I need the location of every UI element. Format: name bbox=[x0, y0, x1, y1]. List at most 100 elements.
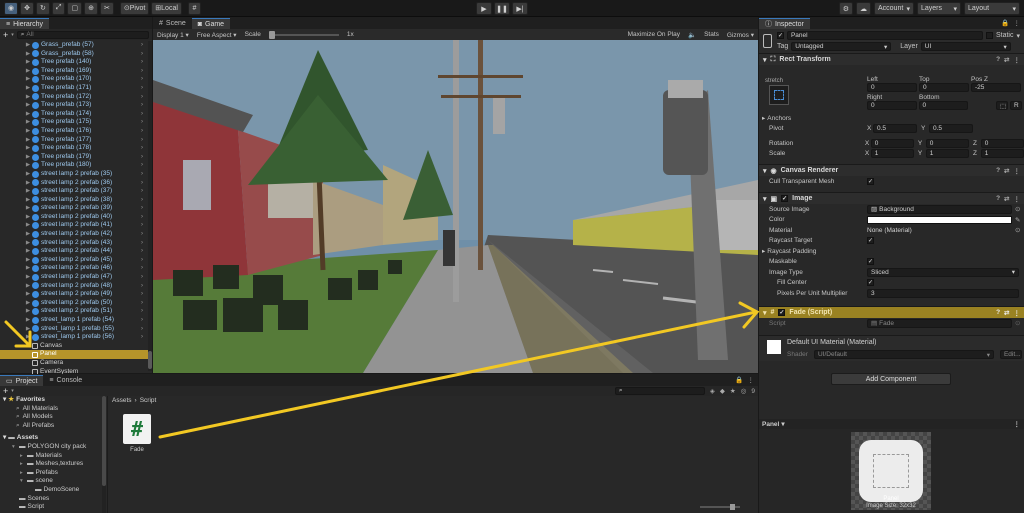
view-tool-button[interactable]: ◉ bbox=[4, 1, 19, 15]
play-button[interactable]: ▶ bbox=[476, 2, 492, 15]
asset-folder-item[interactable]: ▾ ▬ scene bbox=[0, 477, 107, 486]
expand-arrow-icon[interactable]: ▶ bbox=[24, 307, 32, 316]
expand-arrow-icon[interactable]: ▶ bbox=[24, 299, 32, 308]
ppu-field[interactable]: 3 bbox=[867, 288, 1019, 298]
expand-arrow-icon[interactable]: ▶ bbox=[24, 196, 32, 205]
chevron-right-icon[interactable]: › bbox=[141, 144, 143, 153]
object-name-field[interactable]: Panel bbox=[786, 31, 983, 40]
rot-x-field[interactable]: 0 bbox=[870, 138, 914, 148]
preset-icon[interactable]: ⇄ bbox=[1004, 167, 1009, 175]
add-component-button[interactable]: Add Component bbox=[831, 373, 951, 385]
expand-arrow-icon[interactable]: ▶ bbox=[24, 67, 32, 76]
hierarchy-item[interactable]: ▶ street lamp 2 prefab (35) › bbox=[0, 170, 152, 179]
local-toggle[interactable]: ⊞ Local bbox=[151, 1, 182, 15]
layers-dropdown[interactable]: Layers ▾ bbox=[917, 2, 961, 15]
hierarchy-item[interactable]: ▶ street_lamp 1 prefab (56) › bbox=[0, 333, 152, 342]
favorites-header[interactable]: ▾ ★ Favorites bbox=[0, 396, 107, 405]
hierarchy-item[interactable]: ▶ street lamp 2 prefab (50) › bbox=[0, 299, 152, 308]
stats-toggle[interactable]: Stats bbox=[704, 31, 719, 38]
hierarchy-item-panel-selected[interactable]: Panel bbox=[0, 350, 148, 359]
assets-header[interactable]: ▾ ▬ Assets bbox=[0, 434, 107, 443]
color-swatch[interactable] bbox=[867, 215, 1012, 224]
right-field[interactable]: 0 bbox=[867, 101, 917, 110]
chevron-right-icon[interactable]: › bbox=[141, 204, 143, 213]
chevron-right-icon[interactable]: › bbox=[141, 196, 143, 205]
chevron-right-icon[interactable]: › bbox=[141, 230, 143, 239]
rot-y-field[interactable]: 0 bbox=[925, 138, 969, 148]
expand-arrow-icon[interactable]: ▶ bbox=[24, 127, 32, 136]
favorite-item[interactable]: ⌕ All Models bbox=[0, 413, 107, 422]
expand-arrow-icon[interactable]: ▶ bbox=[24, 93, 32, 102]
chevron-right-icon[interactable]: › bbox=[141, 256, 143, 265]
static-checkbox[interactable] bbox=[985, 32, 993, 39]
pivot-toggle[interactable]: ⊙ Pivot bbox=[119, 1, 150, 15]
scale-tool-button[interactable]: ⤢ bbox=[51, 1, 66, 15]
expand-arrow-icon[interactable]: ▶ bbox=[24, 153, 32, 162]
raycast-padding-label[interactable]: Raycast Padding bbox=[767, 248, 816, 255]
hierarchy-item[interactable]: ▶ street lamp 2 prefab (39) › bbox=[0, 204, 152, 213]
expand-arrow-icon[interactable]: ▶ bbox=[24, 213, 32, 222]
expand-arrow-icon[interactable]: ▾ bbox=[24, 342, 32, 351]
chevron-right-icon[interactable]: › bbox=[141, 170, 143, 179]
fold-icon[interactable]: ▸ bbox=[20, 469, 27, 478]
cloud-icon[interactable]: ☁ bbox=[856, 2, 871, 15]
expand-arrow-icon[interactable]: ▶ bbox=[24, 230, 32, 239]
expand-arrow-icon[interactable]: ▶ bbox=[24, 204, 32, 213]
asset-folder-item[interactable]: ▸ ▬ Meshes,textures bbox=[0, 460, 107, 469]
move-tool-button[interactable]: ✥ bbox=[20, 1, 34, 15]
scroll-thumb[interactable] bbox=[148, 351, 152, 369]
object-picker-icon[interactable]: ⊙ bbox=[1015, 319, 1020, 327]
expand-arrow-icon[interactable]: ▶ bbox=[24, 187, 32, 196]
rect-tool-button[interactable]: ▢ bbox=[67, 1, 83, 15]
fade-script-header[interactable]: ▾ # ✓ Fade (Script)? ⇄ ⋮ bbox=[759, 306, 1024, 318]
top-field[interactable]: 0 bbox=[919, 83, 969, 92]
rot-z-field[interactable]: 0 bbox=[980, 138, 1024, 148]
expand-arrow-icon[interactable]: ▶ bbox=[24, 325, 32, 334]
scale-x-field[interactable]: 1 bbox=[870, 149, 914, 159]
expand-arrow-icon[interactable]: ▶ bbox=[24, 101, 32, 110]
preset-icon[interactable]: ⇄ bbox=[1004, 309, 1009, 317]
expand-arrow-icon[interactable]: ▶ bbox=[24, 264, 32, 273]
tag-dropdown[interactable]: Untagged ▾ bbox=[791, 42, 892, 51]
rect-transform-header[interactable]: ▾ ⛶ Rect Transform? ⇄ ⋮ bbox=[759, 53, 1024, 65]
layer-dropdown[interactable]: UI ▾ bbox=[920, 42, 1011, 51]
gizmos-dropdown[interactable]: Gizmos ▾ bbox=[727, 31, 754, 39]
chevron-right-icon[interactable]: › bbox=[141, 84, 143, 93]
chevron-right-icon[interactable]: › bbox=[141, 161, 143, 170]
expand-arrow-icon[interactable]: ▶ bbox=[24, 110, 32, 119]
tree-scrollbar[interactable] bbox=[102, 396, 106, 513]
lock-icon[interactable]: 🔒 bbox=[735, 376, 743, 384]
account-dropdown[interactable]: Account ▾ bbox=[874, 2, 914, 15]
add-icon[interactable]: + bbox=[3, 386, 8, 396]
hierarchy-item[interactable]: ▶ street_lamp 1 prefab (55) › bbox=[0, 325, 152, 334]
preview-header[interactable]: Panel ▾ ⋮ bbox=[759, 419, 1024, 429]
hierarchy-item[interactable]: ▶ street lamp 2 prefab (44) › bbox=[0, 247, 152, 256]
hierarchy-item[interactable]: ▶ street lamp 2 prefab (38) › bbox=[0, 196, 152, 205]
object-picker-icon[interactable]: ⊙ bbox=[1015, 226, 1020, 234]
hidden-packages-icon[interactable]: ◎ bbox=[741, 387, 747, 395]
favorite-item[interactable]: ⌕ All Prefabs bbox=[0, 422, 107, 431]
cull-checkbox[interactable]: ✓ bbox=[867, 177, 874, 185]
expand-arrow-icon[interactable]: ▶ bbox=[24, 118, 32, 127]
slider-thumb[interactable] bbox=[730, 504, 735, 510]
chevron-down-icon[interactable]: ▾ bbox=[11, 32, 14, 38]
fade-enabled-checkbox[interactable]: ✓ bbox=[778, 309, 786, 316]
scale-y-field[interactable]: 1 bbox=[925, 149, 969, 159]
grid-snap-button[interactable]: # bbox=[187, 1, 201, 15]
custom-tool-button[interactable]: ✂ bbox=[99, 1, 114, 15]
hierarchy-item[interactable]: ▶ Grass_prefab (58) › bbox=[0, 50, 152, 59]
blueprint-button[interactable]: ⬚ bbox=[996, 101, 1008, 110]
chevron-right-icon[interactable]: › bbox=[141, 136, 143, 145]
tab-hierarchy[interactable]: ≡ Hierarchy bbox=[0, 18, 50, 29]
help-icon[interactable]: ? bbox=[996, 309, 1000, 317]
hierarchy-item[interactable]: ▶ Tree prefab (169) › bbox=[0, 67, 152, 76]
active-checkbox[interactable]: ✓ bbox=[776, 32, 784, 39]
script-field[interactable]: ▤ Fade bbox=[867, 318, 1012, 328]
expand-arrow-icon[interactable]: ▶ bbox=[24, 75, 32, 84]
hierarchy-item[interactable]: ▶ Tree prefab (180) › bbox=[0, 161, 152, 170]
source-image-field[interactable]: ▨ Background bbox=[867, 204, 1012, 214]
search-by-type-icon[interactable]: ◈ bbox=[710, 387, 715, 395]
chevron-right-icon[interactable]: › bbox=[141, 75, 143, 84]
tab-inspector[interactable]: ⓘ Inspector bbox=[759, 18, 810, 29]
scale-z-field[interactable]: 1 bbox=[980, 149, 1024, 159]
